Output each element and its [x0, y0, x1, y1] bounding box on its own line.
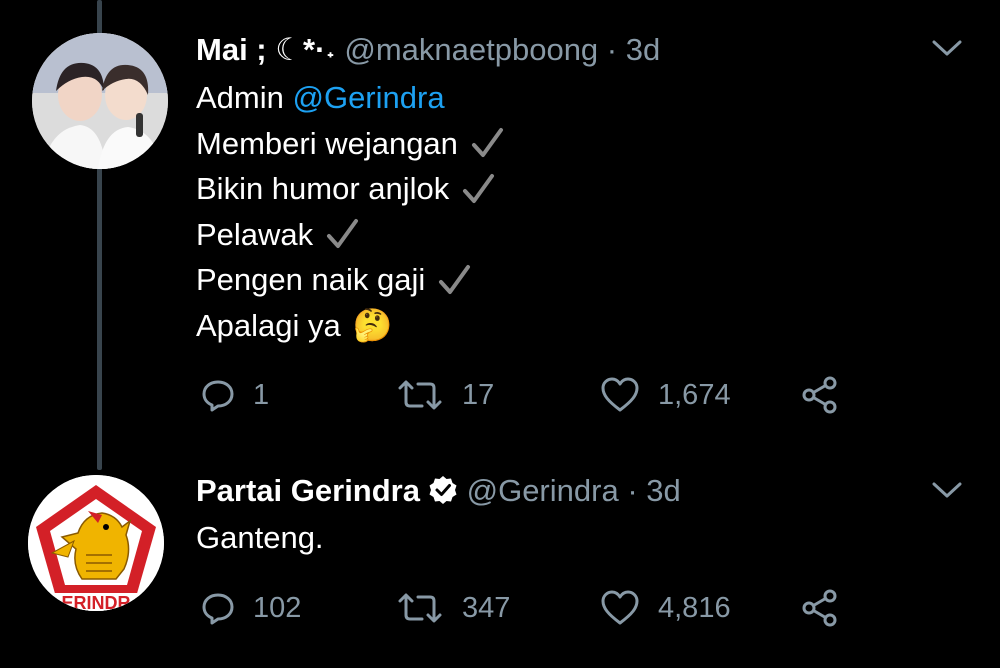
tweet-line: Pelawak — [196, 212, 504, 258]
tweet-line: Admin @Gerindra — [196, 75, 504, 121]
avatar-photo — [32, 33, 168, 169]
like-button[interactable]: 1,674 — [600, 370, 731, 420]
line-text: Memberi wejangan — [196, 125, 458, 161]
line-text: Bikin humor anjlok — [196, 171, 450, 206]
reply-icon — [202, 593, 234, 625]
share-icon — [802, 376, 837, 414]
tweet-line: Pengen naik gaji — [196, 257, 504, 303]
display-name[interactable]: Partai Gerindra — [196, 473, 420, 508]
line-text: Pelawak — [196, 216, 314, 252]
line-text: Admin — [196, 80, 293, 115]
retweet-icon — [398, 593, 442, 623]
mention-link[interactable]: @Gerindra — [292, 75, 444, 121]
thinking-face-emoji: 🤔 — [352, 306, 393, 343]
reply-button[interactable]: 1 — [201, 370, 269, 420]
reply-count: 102 — [253, 591, 302, 624]
heart-icon — [601, 377, 639, 412]
tweet-actions: 102 347 4,816 — [196, 583, 856, 633]
like-button[interactable]: 4,816 — [600, 583, 731, 633]
tweet-line: Memberi wejangan — [196, 121, 504, 167]
heart-icon — [601, 590, 639, 625]
checkmark-icon — [463, 173, 495, 203]
timestamp[interactable]: · 3d — [627, 473, 680, 508]
line-text: Apalagi ya — [196, 307, 341, 343]
retweet-button[interactable]: 347 — [396, 583, 510, 633]
share-button[interactable] — [800, 583, 858, 633]
verified-badge-icon — [429, 476, 457, 504]
handle[interactable]: @Gerindra — [467, 473, 619, 508]
display-name[interactable]: Mai ; ☾*·˖ — [196, 32, 336, 67]
handle[interactable]: @maknaetpboong — [344, 32, 598, 67]
checkmark-icon — [439, 264, 471, 294]
reply-button[interactable]: 102 — [201, 583, 301, 633]
share-icon — [802, 589, 837, 627]
reply-icon — [202, 380, 234, 412]
checkmark-icon — [327, 219, 359, 249]
tweet-header: Mai ; ☾*·˖ @maknaetpboong · 3d — [196, 30, 660, 70]
share-button[interactable] — [800, 370, 858, 420]
tweet-line: Ganteng. — [196, 515, 324, 561]
timestamp[interactable]: · 3d — [607, 32, 660, 67]
reply-count: 1 — [253, 378, 270, 411]
gerindra-logo: ERINDR — [28, 475, 164, 611]
like-count: 4,816 — [658, 591, 731, 624]
avatar-gerindra[interactable]: ERINDR — [28, 475, 164, 611]
like-count: 1,674 — [658, 378, 731, 411]
tweet-header: Partai Gerindra @Gerindra · 3d — [196, 471, 681, 511]
tweet-text: Admin @Gerindra Memberi wejangan Bikin h… — [196, 75, 504, 348]
retweet-count: 17 — [462, 378, 495, 411]
tweet-actions: 1 17 1,674 — [196, 370, 856, 420]
tweet-text: Ganteng. — [196, 515, 324, 561]
avatar-mai[interactable] — [32, 33, 168, 169]
retweet-count: 347 — [462, 591, 511, 624]
retweet-button[interactable]: 17 — [396, 370, 494, 420]
chevron-down-icon[interactable] — [932, 38, 962, 58]
avatar-logo-text: ERINDR — [61, 593, 130, 611]
tweet-line: Apalagi ya 🤔 — [196, 303, 504, 349]
line-text: Pengen naik gaji — [196, 262, 426, 297]
chevron-down-icon[interactable] — [932, 480, 962, 500]
checkmark-icon — [471, 128, 503, 158]
tweet-line: Bikin humor anjlok — [196, 166, 504, 212]
retweet-icon — [398, 380, 442, 410]
line-text: Ganteng. — [196, 520, 324, 555]
